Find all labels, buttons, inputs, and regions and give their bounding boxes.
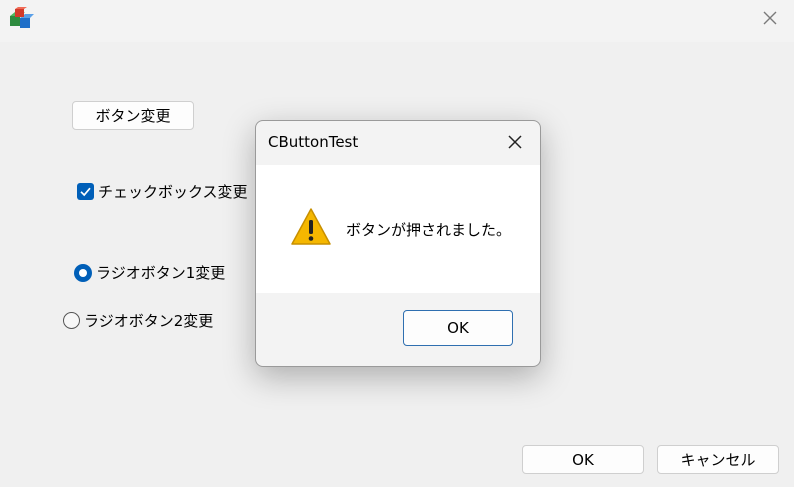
dialog-close-button[interactable]: [500, 129, 530, 155]
app-icon: [10, 7, 34, 28]
change-checkbox[interactable]: チェックボックス変更: [77, 181, 248, 202]
checkbox-label: チェックボックス変更: [98, 183, 248, 201]
dialog-ok-button[interactable]: OK: [403, 310, 513, 346]
dialog-title: CButtonTest: [268, 133, 359, 151]
dialog-body: ボタンが押されました。: [256, 165, 540, 293]
change-button[interactable]: ボタン変更: [72, 101, 194, 130]
checkbox-box[interactable]: [77, 183, 94, 200]
dialog-message: ボタンが押されました。: [346, 221, 512, 239]
radio-2-label: ラジオボタン2変更: [84, 312, 214, 330]
title-bar: [0, 0, 794, 42]
window-close-button[interactable]: [754, 4, 786, 32]
radio-1-label: ラジオボタン1変更: [96, 264, 226, 282]
close-icon: [763, 11, 777, 25]
radio-1-indicator[interactable]: [74, 263, 92, 282]
message-box: CButtonTest ボタンが押されました。 OK: [255, 120, 541, 367]
ok-button[interactable]: OK: [522, 445, 644, 474]
warning-icon: [291, 208, 331, 245]
cancel-button[interactable]: キャンセル: [657, 445, 779, 474]
radio-button-2[interactable]: ラジオボタン2変更: [63, 310, 213, 331]
close-icon: [508, 135, 522, 149]
radio-button-1[interactable]: ラジオボタン1変更: [74, 262, 225, 283]
radio-2-indicator[interactable]: [63, 312, 80, 329]
check-icon: [80, 187, 91, 197]
